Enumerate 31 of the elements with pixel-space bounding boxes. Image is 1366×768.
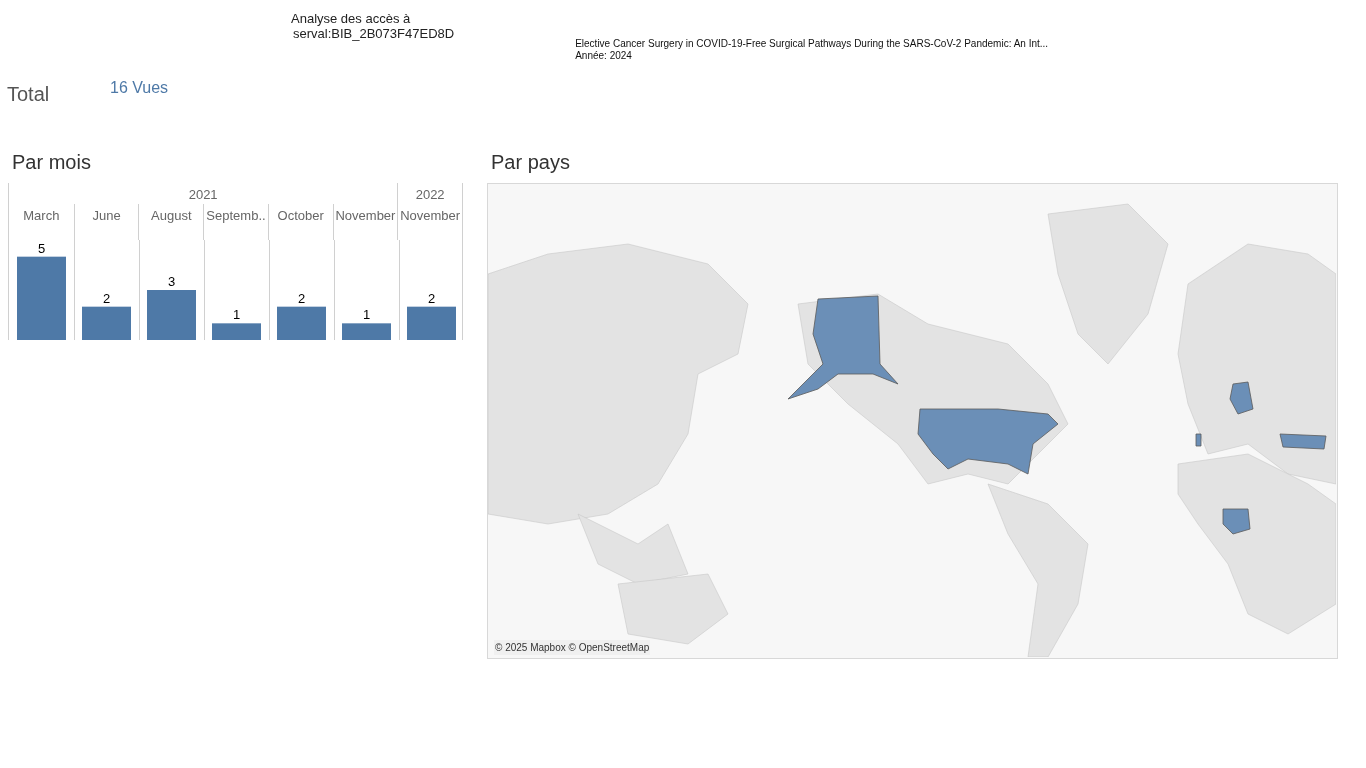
bar-value-label: 3 [167, 274, 176, 289]
bar-value-label: 2 [297, 290, 306, 306]
bar [342, 323, 391, 340]
month-label: November [400, 207, 461, 225]
bar [277, 306, 326, 340]
bar-value-label: 1 [232, 307, 241, 323]
bar-value-label: 2 [427, 290, 436, 306]
bar-value-label: 1 [362, 307, 371, 323]
bar [82, 306, 131, 340]
map-attribution: © 2025 Mapbox © OpenStreetMap [494, 640, 651, 655]
month-label: November [335, 207, 396, 225]
article-title: Elective Cancer Surgery in COVID-19-Free Surgical Pathways During the SARS-CoV-2 Pandemic: An Int... [575, 38, 1049, 50]
month-label: August [151, 207, 192, 225]
month-label: October [277, 207, 324, 225]
month-label: June [92, 207, 121, 225]
bar [212, 323, 261, 340]
total-label: Total [7, 82, 51, 107]
bar-value-label: 5 [37, 240, 46, 256]
month-label: March [23, 207, 60, 225]
month-label: Septemb.. [206, 207, 266, 225]
bar-value-label: 2 [102, 290, 111, 306]
page-title: Analyse des accès à [291, 11, 412, 26]
identifier-text: serval:BIB_2B073F47ED8D [293, 26, 455, 41]
bar [407, 306, 456, 340]
section-title: Par mois [12, 150, 92, 175]
section-title: Par pays [491, 150, 571, 175]
total-views: 16 Vues [110, 78, 169, 98]
bar [147, 290, 196, 340]
year-text: Année: 2024 [575, 50, 633, 62]
year-label: 2021 [188, 185, 218, 204]
year-label: 2022 [415, 185, 445, 204]
